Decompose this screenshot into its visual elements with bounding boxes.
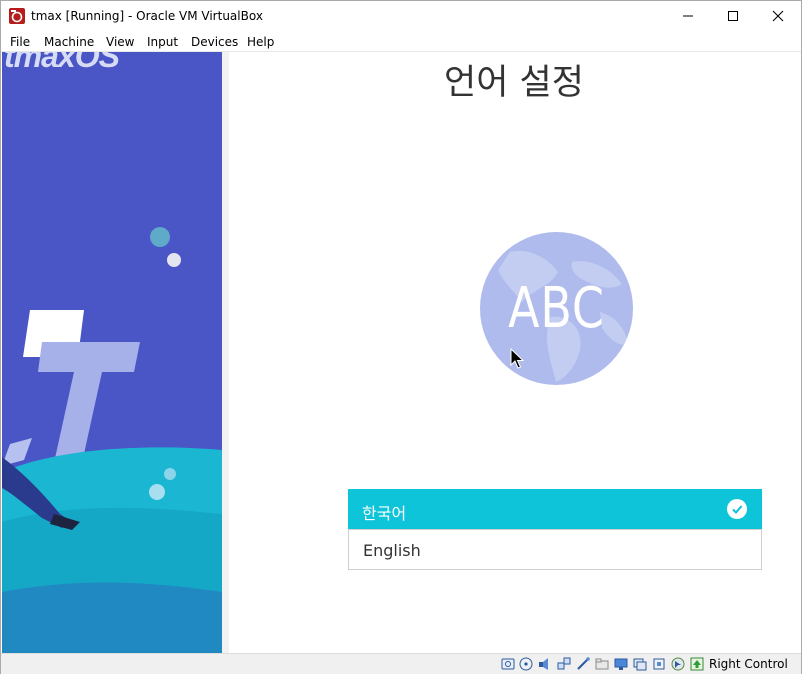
menu-file[interactable]: File	[10, 35, 30, 49]
globe-icon: ABC	[480, 232, 633, 385]
maximize-button[interactable]	[710, 1, 756, 31]
hard-disk-icon[interactable]	[501, 657, 515, 671]
language-label: 한국어	[362, 504, 407, 523]
virtualbox-app-icon	[9, 8, 25, 24]
status-bar: Right Control	[1, 653, 801, 674]
cpu-icon[interactable]	[652, 657, 666, 671]
usb-icon[interactable]	[576, 657, 590, 671]
menu-input[interactable]: Input	[147, 35, 178, 49]
network-icon[interactable]	[557, 657, 571, 671]
minimize-icon	[683, 15, 693, 17]
title-bar[interactable]: tmax [Running] - Oracle VM VirtualBox	[1, 1, 801, 31]
language-list: 한국어 English	[348, 489, 762, 570]
video-capture-icon[interactable]	[633, 657, 647, 671]
guest-screen[interactable]: tmaxOS 언어 설정 ABC 한국어 English	[2, 52, 801, 653]
language-option-korean[interactable]: 한국어	[348, 489, 762, 529]
page-title: 언어 설정	[444, 63, 584, 103]
globe-label: ABC	[508, 276, 605, 341]
menu-devices[interactable]: Devices	[191, 35, 238, 49]
display-icon[interactable]	[614, 657, 628, 671]
menu-machine[interactable]: Machine	[44, 35, 94, 49]
close-icon	[772, 10, 784, 22]
keyboard-icon[interactable]	[690, 657, 704, 671]
audio-icon[interactable]	[538, 657, 552, 671]
optical-drive-icon[interactable]	[519, 657, 533, 671]
mouse-integration-icon[interactable]	[671, 657, 685, 671]
menu-view[interactable]: View	[106, 35, 134, 49]
language-label: English	[363, 541, 421, 560]
illustration-panel: tmaxOS	[2, 52, 222, 653]
language-option-english[interactable]: English	[348, 529, 762, 570]
menu-help[interactable]: Help	[247, 35, 274, 49]
check-icon	[727, 499, 747, 519]
tmax-illustration	[2, 227, 222, 653]
mouse-cursor-icon	[510, 348, 525, 369]
host-key-label: Right Control	[709, 657, 788, 671]
panel-divider	[222, 52, 229, 653]
close-button[interactable]	[755, 1, 801, 31]
maximize-icon	[728, 11, 738, 21]
window-title: tmax [Running] - Oracle VM VirtualBox	[31, 9, 263, 23]
minimize-button[interactable]	[665, 1, 711, 31]
menu-bar: File Machine View Input Devices Help	[1, 31, 801, 52]
virtualbox-window: tmax [Running] - Oracle VM VirtualBox Fi…	[0, 0, 802, 674]
shared-folders-icon[interactable]	[595, 657, 609, 671]
